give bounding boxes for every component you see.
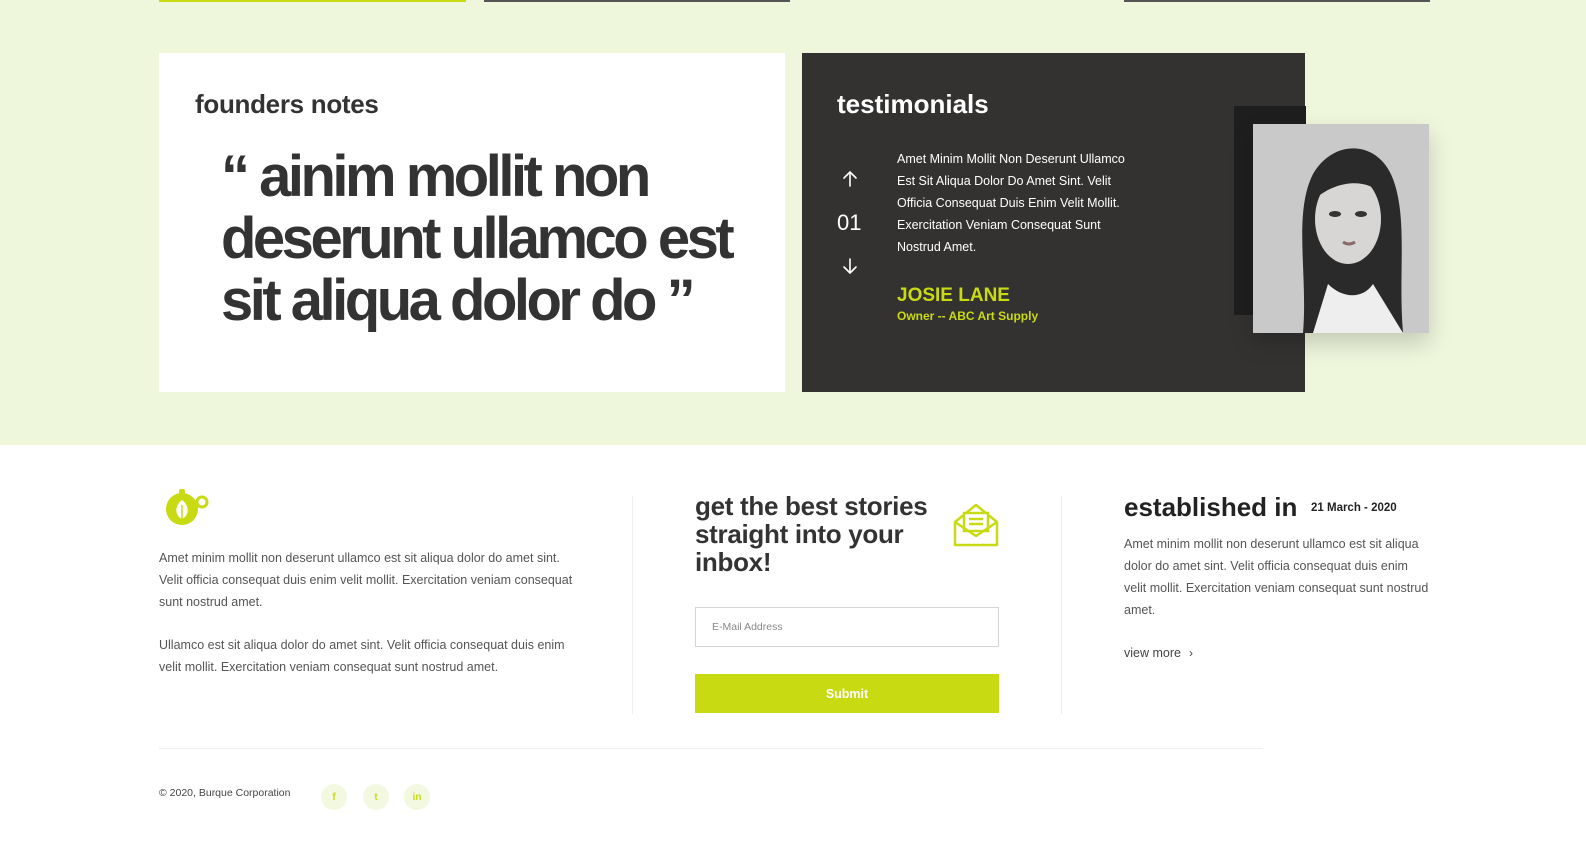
submit-button[interactable]: Submit: [695, 674, 999, 713]
linkedin-icon[interactable]: in: [404, 784, 430, 810]
view-more-label: view more: [1124, 646, 1181, 660]
newsletter-title: get the best stories straight into your …: [695, 491, 928, 577]
footer-bottom-divider: [159, 748, 1263, 749]
portrait-image: [1253, 124, 1429, 333]
footer-divider-2: [1061, 496, 1062, 714]
arrow-down-icon[interactable]: [840, 256, 860, 276]
testimonial-counter: 01: [837, 210, 862, 235]
email-field[interactable]: [695, 607, 999, 647]
teapot-leaf-icon: [166, 489, 209, 525]
established-title: established in: [1124, 492, 1298, 522]
testimonials-title: testimonials: [837, 89, 989, 119]
founders-quote: “ ainim mollit non deserunt ullamco est …: [221, 144, 735, 333]
testimonial-author-name: JOSIE LANE: [897, 285, 1010, 306]
founders-notes-title: founders notes: [195, 89, 379, 119]
footer-divider-1: [632, 496, 633, 714]
arrow-up-icon[interactable]: [840, 169, 860, 189]
testimonial-author-photo: [1253, 124, 1429, 333]
top-strip-accent: [159, 0, 466, 2]
twitter-icon[interactable]: t: [363, 784, 389, 810]
testimonial-author-role: Owner -- ABC Art Supply: [897, 309, 1039, 323]
copyright-text: © 2020, Burque Corporation: [159, 787, 291, 799]
founders-notes-card: founders notes “ ainim mollit non deseru…: [159, 53, 785, 392]
about-paragraph-1: Amet minim mollit non deserunt ullamco e…: [159, 551, 573, 609]
established-text: Amet minim mollit non deserunt ullamco e…: [1124, 537, 1429, 617]
about-paragraph-2: Ullamco est sit aliqua dolor do amet sin…: [159, 638, 565, 674]
envelope-open-icon: [953, 503, 999, 547]
testimonials-card: testimonials 01 Amet Minim Mollit Non De…: [802, 53, 1305, 392]
view-more-link[interactable]: view more ›: [1124, 646, 1193, 660]
testimonial-text: Amet Minim Mollit Non Deserunt Ullamco E…: [897, 152, 1125, 254]
top-strip-dark-1: [484, 0, 790, 2]
top-strip-dark-2: [1124, 0, 1430, 2]
chevron-right-icon: ›: [1188, 646, 1193, 660]
established-date: 21 March - 2020: [1311, 502, 1397, 514]
facebook-icon[interactable]: f: [321, 784, 347, 810]
